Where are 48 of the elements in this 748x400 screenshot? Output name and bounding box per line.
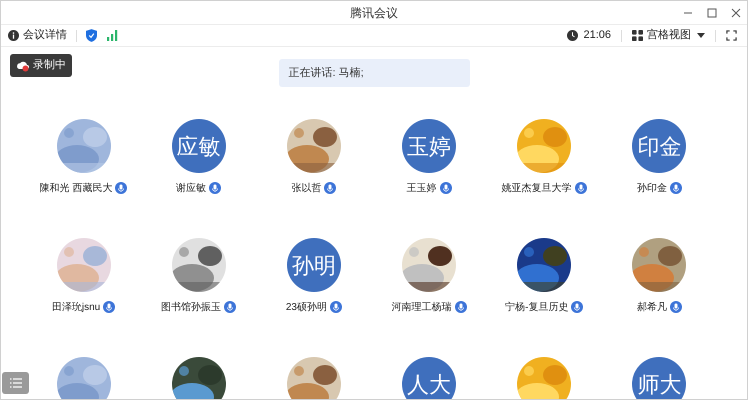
participant-name: 宁杨-复旦历史 <box>505 300 568 314</box>
window-title: 腾讯会议 <box>350 4 398 22</box>
participant-name: 田泽玧jsnu <box>52 300 100 314</box>
avatar: 师大 <box>632 357 686 399</box>
microphone-icon <box>454 301 467 313</box>
list-button[interactable] <box>2 372 29 394</box>
participant-name: 孙印金 <box>636 182 667 196</box>
avatar: 玉婷 <box>402 119 456 173</box>
microphone-icon <box>574 182 587 194</box>
microphone-icon <box>103 301 116 313</box>
participant-name: 陳和光 西藏民大 <box>40 182 112 196</box>
fullscreen-icon[interactable] <box>726 30 737 41</box>
microphone-icon <box>224 301 236 313</box>
participant-name: 姚亚杰复旦大学 <box>502 182 572 196</box>
shield-icon[interactable] <box>86 29 97 42</box>
microphone-icon <box>115 182 128 194</box>
cloud-recording-icon <box>16 60 30 72</box>
participant-name: 谢应敏 <box>176 182 206 196</box>
info-icon <box>8 30 19 41</box>
microphone-icon <box>324 182 336 194</box>
participant-name: 王玉婷 <box>406 182 437 196</box>
microphone-icon <box>670 182 682 194</box>
view-mode-button[interactable]: 宫格视图 <box>632 27 705 44</box>
microphone-icon <box>670 301 682 313</box>
microphone-icon <box>209 182 222 194</box>
avatar: 印金 <box>632 119 686 173</box>
microphone-icon <box>440 182 452 194</box>
participant-name: 郝希凡 <box>636 300 667 314</box>
participant-name: 张以哲 <box>291 182 322 196</box>
avatar: 孙明 <box>286 238 341 292</box>
meeting-time: 21:06 <box>583 28 611 44</box>
participant-name: 23硕孙明 <box>286 300 327 314</box>
recording-label: 录制中 <box>33 58 66 74</box>
clock-icon <box>567 30 578 41</box>
grid-icon <box>632 30 643 41</box>
caret-icon <box>697 33 705 38</box>
avatar: 应敏 <box>172 119 226 173</box>
participant-name: 图书馆孙振玉 <box>161 300 222 314</box>
list-icon <box>10 378 22 388</box>
close-icon[interactable] <box>731 8 741 18</box>
microphone-icon <box>330 301 342 313</box>
maximize-icon[interactable] <box>707 8 717 18</box>
participant-name: 河南理工杨瑞 <box>392 300 452 314</box>
microphone-icon <box>571 301 584 313</box>
speaker-banner: 正在讲话: 马楠; <box>278 59 470 87</box>
meeting-details-button[interactable]: 会议详情 <box>8 27 67 44</box>
avatar: 人大 <box>402 357 456 399</box>
signal-icon[interactable] <box>107 30 118 41</box>
